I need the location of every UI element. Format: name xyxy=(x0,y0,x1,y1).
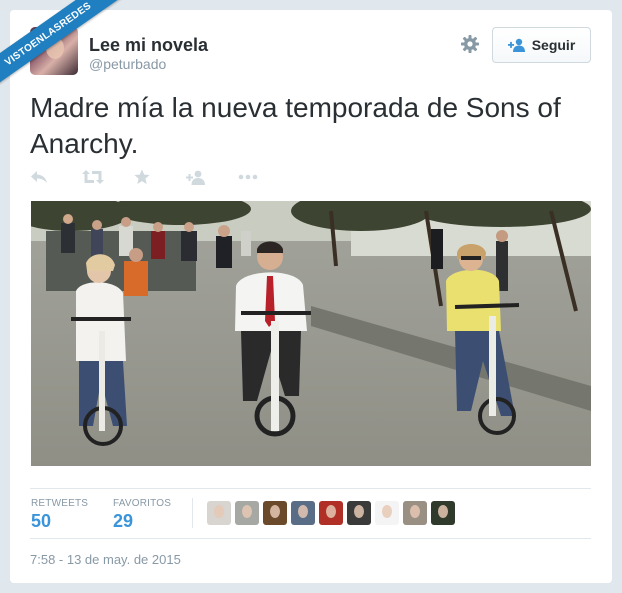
stats-divider-bottom xyxy=(30,538,591,539)
favoriter-avatar[interactable] xyxy=(375,501,399,525)
stats-divider-top xyxy=(30,488,591,489)
reply-icon xyxy=(31,171,47,183)
favoriter-avatar[interactable] xyxy=(319,501,343,525)
favorites-label: FAVORITOS xyxy=(113,498,172,509)
favoriter-avatar[interactable] xyxy=(235,501,259,525)
reply-button[interactable] xyxy=(30,166,82,188)
retweets-label: RETWEETS xyxy=(31,498,89,509)
photo-bikes xyxy=(31,201,591,466)
favorites-count[interactable]: 29 xyxy=(113,511,133,532)
tweet-card: Lee mi novela @peturbado Seguir Madre mí… xyxy=(10,10,612,583)
tweet-text: Madre mía la nueva temporada de Sons of … xyxy=(30,92,561,159)
retweet-icon xyxy=(82,170,104,184)
favoriter-avatar[interactable] xyxy=(403,501,427,525)
author-display-name[interactable]: Lee mi novela xyxy=(89,35,208,56)
follow-action-button[interactable] xyxy=(186,166,238,188)
tweet-photo[interactable] xyxy=(31,201,591,466)
favoriter-avatar[interactable] xyxy=(207,501,231,525)
favoriter-avatar[interactable] xyxy=(263,501,287,525)
more-button[interactable] xyxy=(238,166,290,188)
follow-icon xyxy=(186,170,205,185)
add-user-icon xyxy=(507,38,525,52)
retweet-button[interactable] xyxy=(82,166,134,188)
favorite-button[interactable] xyxy=(134,166,186,188)
stats-separator xyxy=(192,498,193,528)
favoriter-avatar[interactable] xyxy=(291,501,315,525)
tweet-timestamp[interactable]: 7:58 - 13 de may. de 2015 xyxy=(30,552,181,567)
author-screen-name[interactable]: @peturbado xyxy=(89,56,166,72)
retweets-count[interactable]: 50 xyxy=(31,511,51,532)
favorite-icon xyxy=(134,169,150,184)
tweet-actions xyxy=(30,166,290,188)
gear-icon[interactable] xyxy=(460,34,480,54)
favoriter-avatar[interactable] xyxy=(431,501,455,525)
follow-button[interactable]: Seguir xyxy=(492,27,591,63)
favoriter-avatar[interactable] xyxy=(347,501,371,525)
more-icon xyxy=(238,174,258,180)
favoriters-list xyxy=(207,501,455,525)
follow-button-label: Seguir xyxy=(531,37,576,53)
